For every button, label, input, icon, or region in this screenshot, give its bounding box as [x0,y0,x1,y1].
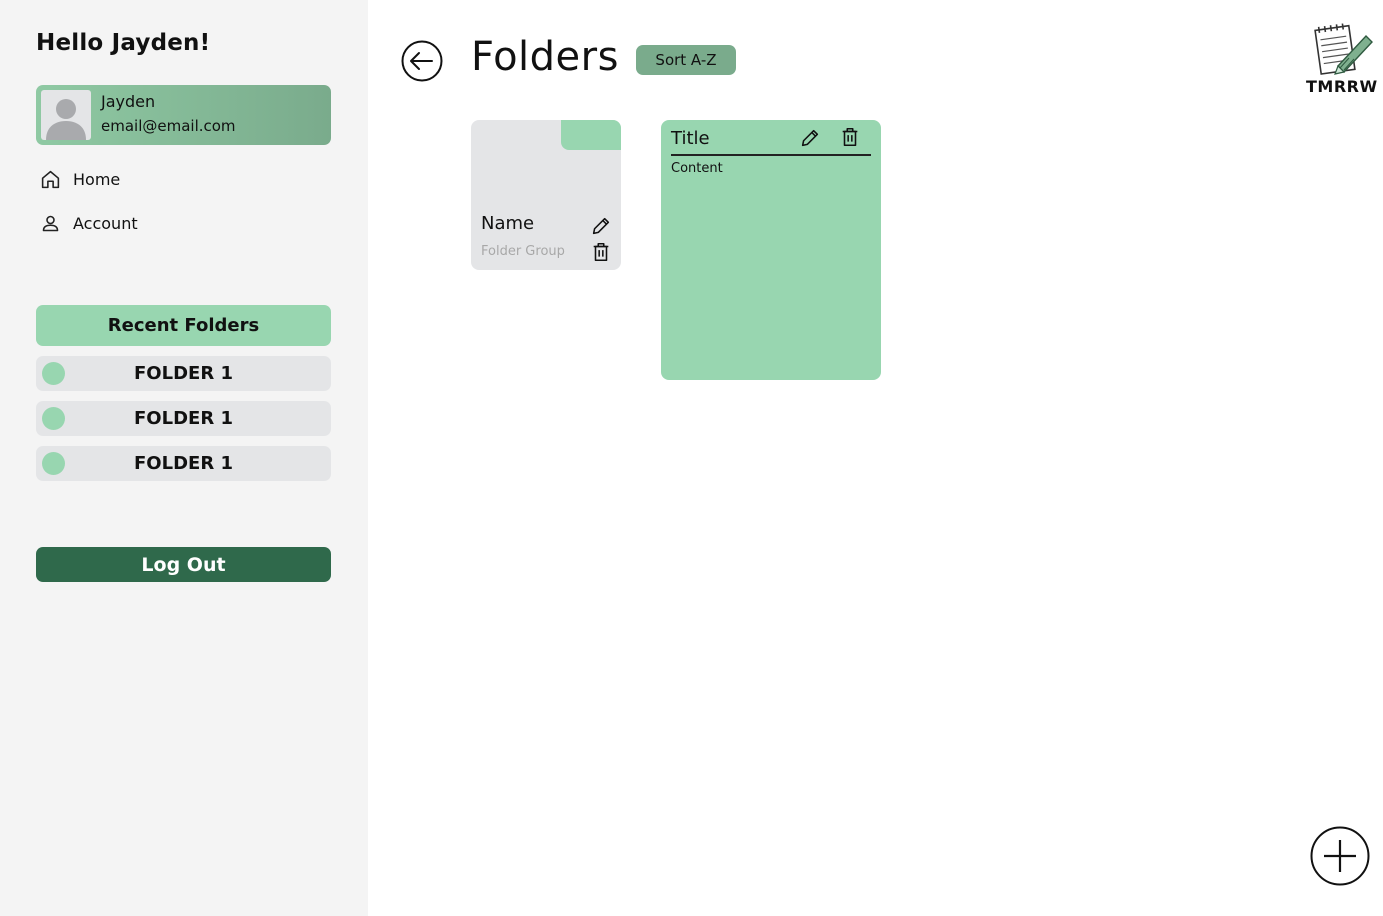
edit-note-button[interactable] [799,127,821,149]
back-button[interactable] [401,40,443,82]
sort-button[interactable]: Sort A-Z [636,45,736,75]
plus-icon [1310,826,1370,886]
notepad-pencil-icon [1314,23,1373,75]
pencil-icon [592,217,610,235]
folder-name: Name [481,213,535,234]
user-name: Jayden [101,92,156,111]
folder-color-dot [42,407,65,430]
folder-tab [561,120,621,150]
recent-folder-item[interactable]: FOLDER 1 [36,446,331,481]
page-title: Folders [471,34,619,80]
trash-icon [593,242,609,262]
folder-group: Folder Group [481,244,565,259]
note-card[interactable]: Title Content [661,120,881,380]
user-email: email@email.com [101,117,236,135]
home-icon [41,170,60,189]
note-title: Title [671,128,710,149]
recent-folder-label: FOLDER 1 [134,363,233,384]
sidebar-item-label: Account [73,214,138,233]
greeting: Hello Jayden! [36,30,211,56]
recent-folder-item[interactable]: FOLDER 1 [36,401,331,436]
recent-folder-label: FOLDER 1 [134,408,233,429]
logo [1304,22,1378,82]
sidebar-item-label: Home [73,170,121,189]
folder-color-dot [42,452,65,475]
delete-folder-button[interactable] [590,241,612,263]
avatar-icon [46,99,86,140]
note-content: Content [671,161,723,176]
add-button[interactable] [1310,826,1370,886]
pencil-icon [801,129,819,147]
recent-folder-item[interactable]: FOLDER 1 [36,356,331,391]
note-divider [671,154,871,156]
user-icon [42,215,59,232]
sidebar-item-account[interactable]: Account [40,213,138,234]
user-card[interactable]: Jayden email@email.com [36,85,331,145]
logout-button[interactable]: Log Out [36,547,331,582]
arrow-left-icon [401,40,443,82]
avatar [41,90,91,140]
trash-icon [842,127,858,147]
delete-note-button[interactable] [839,126,861,148]
recent-folders-header: Recent Folders [36,305,331,346]
logo-text: TMRRW [1306,77,1378,96]
edit-folder-button[interactable] [590,215,612,237]
folder-card[interactable]: Name Folder Group [471,120,621,270]
recent-folder-label: FOLDER 1 [134,453,233,474]
folder-color-dot [42,362,65,385]
sidebar-item-home[interactable]: Home [40,169,120,190]
sidebar: Hello Jayden! Jayden email@email.com Hom… [0,0,368,916]
